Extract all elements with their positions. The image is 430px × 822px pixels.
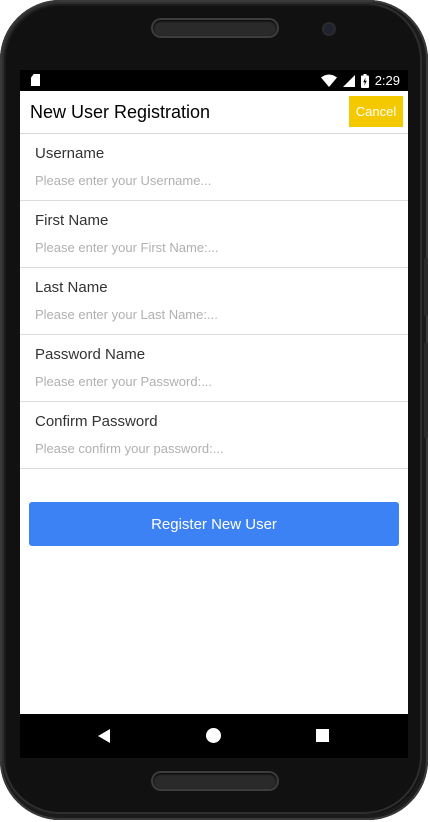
screen: 2:29 New User Registration Cancel Userna… bbox=[20, 70, 408, 714]
password-input[interactable] bbox=[35, 371, 395, 391]
volume-button bbox=[424, 258, 428, 316]
wifi-icon bbox=[320, 74, 337, 87]
status-icons: 2:29 bbox=[320, 72, 400, 89]
earpiece-speaker bbox=[153, 20, 277, 36]
status-time: 2:29 bbox=[374, 73, 400, 88]
password-field: Password Name bbox=[20, 335, 408, 402]
power-button bbox=[424, 342, 428, 438]
battery-icon bbox=[360, 73, 369, 88]
username-label: Username bbox=[35, 145, 105, 162]
cancel-button[interactable]: Cancel bbox=[349, 96, 403, 127]
status-bar: 2:29 bbox=[20, 70, 408, 91]
last-name-label: Last Name bbox=[35, 279, 108, 296]
back-icon[interactable] bbox=[98, 729, 110, 743]
last-name-field: Last Name bbox=[20, 268, 408, 335]
home-icon[interactable] bbox=[206, 728, 221, 743]
sd-card-icon bbox=[31, 74, 40, 86]
app-header: New User Registration Cancel bbox=[20, 91, 408, 134]
first-name-input[interactable] bbox=[35, 237, 395, 257]
confirm-password-field: Confirm Password bbox=[20, 402, 408, 469]
first-name-label: First Name bbox=[35, 212, 109, 229]
username-field: Username bbox=[20, 134, 408, 201]
confirm-password-label: Confirm Password bbox=[35, 413, 158, 430]
navigation-bar bbox=[20, 714, 408, 758]
registration-form: Username First Name Last Name Password N… bbox=[20, 134, 408, 469]
front-camera bbox=[324, 24, 334, 34]
page-title: New User Registration bbox=[30, 102, 211, 122]
phone-frame: 2:29 New User Registration Cancel Userna… bbox=[0, 0, 428, 820]
register-button[interactable]: Register New User bbox=[29, 502, 399, 546]
confirm-password-input[interactable] bbox=[35, 438, 395, 458]
signal-icon bbox=[342, 74, 355, 87]
username-input[interactable] bbox=[35, 170, 395, 190]
last-name-input[interactable] bbox=[35, 304, 395, 324]
first-name-field: First Name bbox=[20, 201, 408, 268]
recents-icon[interactable] bbox=[316, 729, 329, 742]
password-label: Password Name bbox=[35, 346, 146, 363]
bottom-speaker bbox=[153, 773, 277, 789]
